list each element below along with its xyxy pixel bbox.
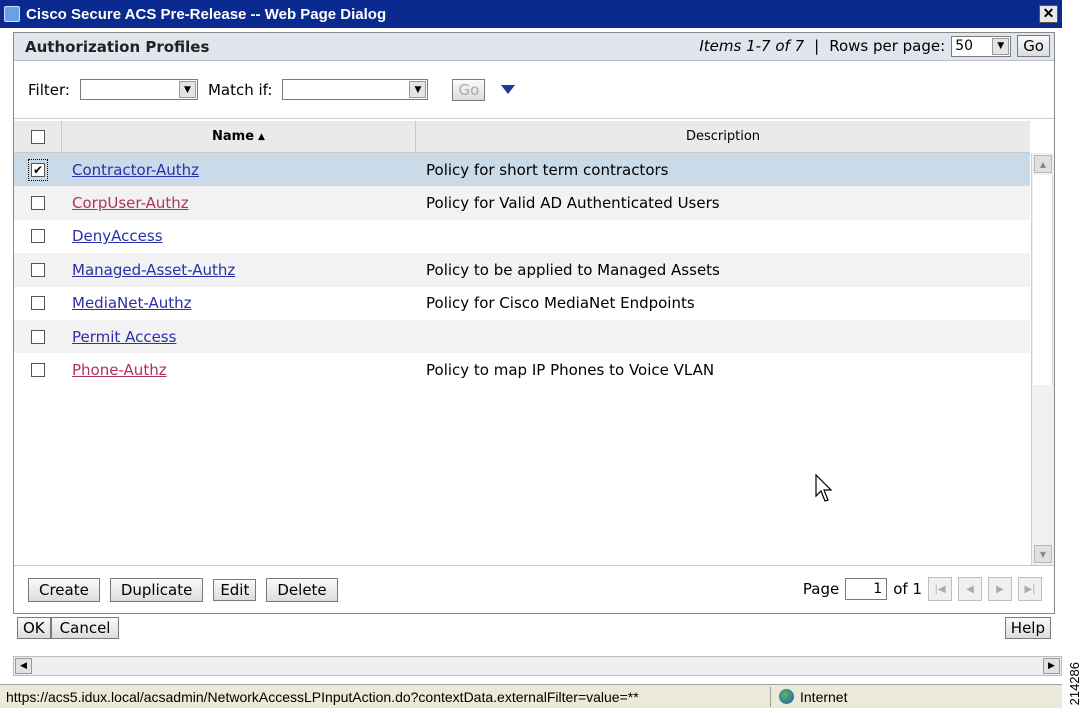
filter-select[interactable]: ▼ <box>79 79 198 100</box>
profile-link[interactable]: Permit Access <box>72 328 176 346</box>
profile-description: Policy for Cisco MediaNet Endpoints <box>426 294 695 313</box>
row-checkbox[interactable] <box>31 363 45 378</box>
header-checkbox-cell <box>14 121 62 152</box>
dialog-body: Authorization Profiles Items 1-7 of 7 | … <box>0 28 1062 684</box>
pager: Page of 1 |◀ ◀ ▶ ▶| <box>803 577 1042 601</box>
page-label: Page <box>802 580 840 598</box>
chevron-down-icon[interactable]: ▼ <box>992 37 1010 55</box>
paging-info: Items 1-7 of 7 | Rows per page: 50 ▼ Go <box>699 35 1050 57</box>
chevron-down-icon[interactable]: ▼ <box>409 81 427 98</box>
scroll-left-icon[interactable]: ◀ <box>15 658 32 674</box>
panel-footer: Create Duplicate Edit Delete Page of 1 |… <box>14 565 1054 613</box>
filter-options-icon[interactable] <box>501 85 516 94</box>
grid-header: Name ▲ Description <box>14 121 1030 153</box>
filter-go-button[interactable]: Go <box>452 78 486 101</box>
chevron-down-icon[interactable]: ▼ <box>178 81 196 98</box>
cancel-button[interactable]: Cancel <box>50 617 120 639</box>
profile-description: Policy for short term contractors <box>426 160 669 179</box>
table-row[interactable]: Managed-Asset-Authz Policy to be applied… <box>14 253 1030 287</box>
column-description-label: Description <box>685 129 761 144</box>
column-header-description[interactable]: Description <box>416 121 1030 152</box>
items-count: Items 1-7 of 7 <box>699 37 805 55</box>
table-row[interactable]: ✔ Contractor-Authz Policy for short term… <box>14 153 1030 187</box>
scroll-down-icon[interactable]: ▼ <box>1034 545 1052 563</box>
globe-icon <box>779 689 794 704</box>
scroll-right-icon[interactable]: ▶ <box>1043 658 1060 674</box>
rows-per-page-value: 50 <box>955 38 974 54</box>
horizontal-scrollbar[interactable]: ◀ ▶ <box>13 656 1062 676</box>
status-bar: https://acs5.idux.local/acsadmin/Network… <box>0 684 1062 708</box>
filter-label: Filter: <box>28 80 70 99</box>
table-row[interactable]: MediaNet-Authz Policy for Cisco MediaNet… <box>14 287 1030 320</box>
table-row[interactable]: DenyAccess <box>14 220 1030 253</box>
duplicate-button[interactable]: Duplicate <box>109 577 204 602</box>
column-name-label: Name <box>212 129 255 144</box>
row-checkbox[interactable] <box>31 262 45 277</box>
profile-link[interactable]: Phone-Authz <box>72 361 167 379</box>
match-if-label: Match if: <box>207 80 273 99</box>
profile-description: Policy for Valid AD Authenticated Users <box>426 194 720 213</box>
zone-label: Internet <box>800 688 848 705</box>
security-zone: Internet <box>770 686 848 707</box>
next-page-icon[interactable]: ▶ <box>988 577 1012 601</box>
profile-link[interactable]: DenyAccess <box>72 227 163 245</box>
row-checkbox[interactable]: ✔ <box>31 162 45 177</box>
row-checkbox[interactable] <box>31 229 45 244</box>
dialog-title: Cisco Secure ACS Pre-Release -- Web Page… <box>26 5 387 23</box>
edit-button[interactable]: Edit <box>213 578 257 601</box>
row-checkbox[interactable] <box>31 329 45 344</box>
scroll-thumb[interactable] <box>1033 175 1053 385</box>
table-row[interactable]: Permit Access <box>14 319 1030 354</box>
profile-description: Policy to map IP Phones to Voice VLAN <box>426 361 715 380</box>
mouse-pointer-icon <box>815 474 833 502</box>
create-button[interactable]: Create <box>28 577 100 602</box>
panel-header: Authorization Profiles Items 1-7 of 7 | … <box>14 33 1054 61</box>
profile-description: Policy to be applied to Managed Assets <box>426 260 720 279</box>
last-page-icon[interactable]: ▶| <box>1018 577 1042 601</box>
column-header-name[interactable]: Name ▲ <box>62 121 416 152</box>
rows-go-button[interactable]: Go <box>1017 35 1050 57</box>
help-button[interactable]: Help <box>1004 617 1051 639</box>
authorization-profiles-panel: Authorization Profiles Items 1-7 of 7 | … <box>13 32 1055 614</box>
profile-link[interactable]: CorpUser-Authz <box>72 194 189 212</box>
panel-title: Authorization Profiles <box>25 37 210 56</box>
previous-page-icon[interactable]: ◀ <box>958 577 982 601</box>
dialog-buttons: OK Cancel <box>17 617 120 639</box>
grid-vertical-scrollbar[interactable]: ▲ ▼ <box>1031 153 1054 565</box>
row-checkbox[interactable] <box>31 196 45 211</box>
profile-link[interactable]: MediaNet-Authz <box>72 294 192 312</box>
status-url: https://acs5.idux.local/acsadmin/Network… <box>6 688 639 705</box>
profile-link[interactable]: Managed-Asset-Authz <box>72 261 235 279</box>
filter-bar: Filter: ▼ Match if: ▼ Go <box>14 61 1054 119</box>
close-icon[interactable]: ✕ <box>1039 5 1058 23</box>
ie-app-icon <box>4 6 20 22</box>
row-checkbox[interactable] <box>31 296 45 311</box>
figure-number: 214286 <box>1067 661 1082 705</box>
delete-button[interactable]: Delete <box>266 577 338 602</box>
profiles-grid: Name ▲ Description ✔ Contractor-Authz Po… <box>14 121 1054 565</box>
page-of-label: of 1 <box>893 580 922 598</box>
grid-rows: ✔ Contractor-Authz Policy for short term… <box>14 153 1030 387</box>
rows-per-page-select[interactable]: 50 ▼ <box>951 35 1012 57</box>
match-if-select[interactable]: ▼ <box>282 79 429 100</box>
table-row[interactable]: CorpUser-Authz Policy for Valid AD Authe… <box>14 186 1030 220</box>
dialog-title-bar: Cisco Secure ACS Pre-Release -- Web Page… <box>0 0 1062 28</box>
scroll-up-icon[interactable]: ▲ <box>1034 155 1052 173</box>
profile-link[interactable]: Contractor-Authz <box>72 161 199 179</box>
page-number-input[interactable] <box>845 578 888 600</box>
first-page-icon[interactable]: |◀ <box>928 577 952 601</box>
separator: | <box>814 37 820 55</box>
ok-button[interactable]: OK <box>17 617 51 639</box>
table-row[interactable]: Phone-Authz Policy to map IP Phones to V… <box>14 353 1030 386</box>
select-all-checkbox[interactable] <box>30 129 45 144</box>
rows-per-page-label: Rows per page: <box>829 37 946 55</box>
sort-ascending-icon: ▲ <box>258 131 265 142</box>
